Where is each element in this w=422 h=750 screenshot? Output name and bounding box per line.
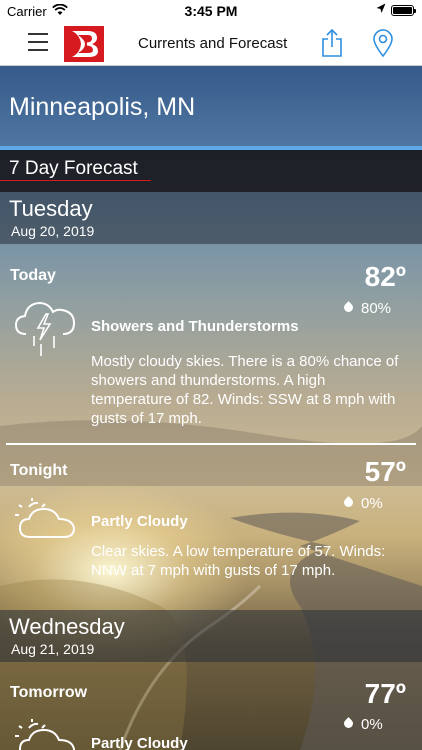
city-name: Minneapolis, MN — [9, 93, 196, 121]
forecast-section-header: 7 Day Forecast — [0, 150, 422, 192]
thunderstorm-icon — [12, 294, 78, 365]
title-underline — [0, 180, 151, 181]
period-divider — [6, 443, 416, 445]
page-title: Currents and Forecast — [138, 35, 288, 52]
precipitation-chance: 0% — [342, 495, 383, 512]
period-label: Today — [10, 267, 56, 284]
raindrop-icon — [342, 496, 355, 509]
raindrop-icon — [342, 301, 355, 314]
day-header-wednesday: Wednesday Aug 21, 2019 — [0, 610, 422, 662]
location-pin-icon[interactable] — [372, 28, 394, 63]
period-temperature: 77º — [364, 678, 406, 709]
partly-cloudy-icon — [12, 718, 80, 750]
condition-label: Partly Cloudy — [91, 513, 188, 530]
brand-logo — [64, 26, 104, 62]
share-icon[interactable] — [320, 28, 344, 63]
period-label: Tonight — [10, 462, 68, 479]
condition-label: Partly Cloudy — [91, 735, 188, 750]
battery-icon — [391, 5, 416, 16]
partly-cloudy-icon — [12, 497, 80, 550]
forecast-description: Mostly cloudy skies. There is a 80% chan… — [91, 353, 399, 427]
forecast-description: Clear skies. A low temperature of 57. Wi… — [91, 543, 386, 579]
day-date: Aug 21, 2019 — [11, 641, 95, 657]
forecast-section-title: 7 Day Forecast — [9, 158, 138, 179]
status-bar: Carrier 3:45 PM — [0, 0, 422, 22]
city-header: Minneapolis, MN — [0, 66, 422, 148]
location-services-icon — [376, 3, 386, 18]
menu-icon[interactable] — [28, 33, 48, 51]
condition-label: Showers and Thunderstorms — [91, 318, 299, 335]
precipitation-chance: 80% — [342, 300, 391, 317]
day-date: Aug 20, 2019 — [11, 223, 95, 239]
day-header-tuesday: Tuesday Aug 20, 2019 — [0, 192, 422, 244]
navigation-bar: Currents and Forecast — [0, 22, 422, 66]
day-name: Wednesday — [9, 614, 125, 639]
period-temperature: 82º — [364, 261, 406, 292]
day-name: Tuesday — [9, 196, 93, 221]
period-temperature: 57º — [364, 456, 406, 487]
raindrop-icon — [342, 717, 355, 730]
period-label: Tomorrow — [10, 684, 88, 701]
clock-time: 3:45 PM — [184, 3, 238, 19]
precipitation-chance: 0% — [342, 716, 383, 733]
